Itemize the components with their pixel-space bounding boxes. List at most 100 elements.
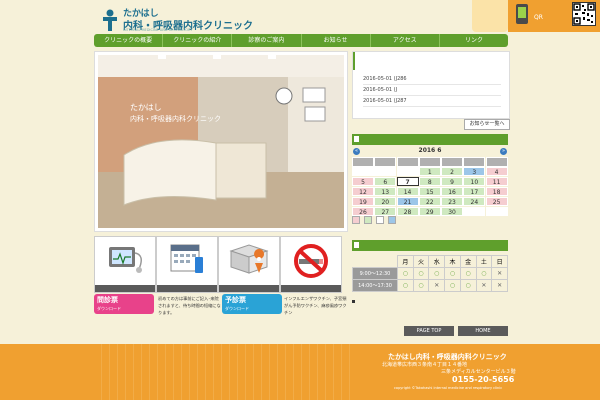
legend-holiday-swatch	[352, 216, 360, 224]
calendar-day-today: 7	[396, 177, 419, 186]
nav-consultation-guide[interactable]: 診察のご案内	[232, 34, 302, 47]
calendar-day: 6	[374, 177, 397, 186]
mobile-qr-panel: QR	[508, 0, 600, 32]
qr-tab	[472, 0, 508, 32]
home-button[interactable]: HOME	[458, 326, 508, 336]
footer-pattern	[94, 344, 354, 400]
calendar-day: 16	[441, 187, 464, 196]
bullet-marker	[352, 300, 355, 303]
schedule-mark: ○	[459, 267, 477, 280]
clinic-logo[interactable]: たかはし 内科・呼吸器内科クリニック INTERNAL MEDICINE AND…	[101, 6, 253, 34]
questionnaire-description: 初めての方は事前にご記入･来院されますと、待ち時間の短縮になります。	[158, 296, 221, 315]
schedule-mark: ✕	[428, 279, 446, 292]
day-header: 金	[459, 255, 477, 268]
calendar-day: 25	[485, 197, 508, 206]
calendar-day: 29	[418, 207, 441, 216]
logo-english: INTERNAL MEDICINE AND RESPIRATORY	[123, 28, 193, 32]
schedule-mark: ○	[459, 279, 477, 292]
medical-monitor-icon	[109, 247, 142, 273]
legend-closed-swatch	[376, 216, 384, 224]
prescreening-download-button[interactable]: 予診票 ダウンロード	[222, 294, 282, 314]
calendar-day: 9	[441, 177, 464, 186]
calendar-next-button[interactable]: »	[500, 148, 507, 155]
footer-phone: 0155-20-5656	[452, 375, 515, 384]
news-item[interactable]: 2016-05-01 (J	[363, 85, 501, 96]
calendar-day: 13	[374, 187, 397, 196]
map-link-box[interactable]	[218, 236, 280, 293]
schedule-mark: ○	[412, 267, 430, 280]
nav-clinic-overview[interactable]: クリニックの概要	[94, 34, 164, 47]
calendar-legend	[352, 216, 412, 224]
calendar-day: 17	[463, 187, 486, 196]
calendar-week: 12 13 14 15 16 17 18	[352, 187, 508, 197]
schedule-row-morning: 9:00〜12:30 ○ ○ ○ ○ ○ ○ ✕	[352, 267, 508, 280]
mobile-phone-icon	[516, 4, 528, 24]
schedule-header-bar	[352, 240, 508, 251]
calendar-day: 3	[463, 167, 486, 176]
main-navigation: クリニックの概要 クリニックの紹介 診察のご案内 お知らせ アクセス リンク	[94, 34, 508, 47]
no-smoking-icon	[294, 244, 328, 278]
calendar-day: 19	[352, 197, 374, 206]
news-list-button[interactable]: お知らせ一覧へ	[464, 119, 510, 130]
news-item[interactable]: 2016-05-01 (J286	[363, 74, 501, 85]
calendar-link-box[interactable]	[156, 236, 218, 293]
calendar-day: 27	[374, 207, 397, 216]
questionnaire-download-button[interactable]: 問診票 ダウンロード	[94, 294, 154, 314]
footer-address-line1: 北海道帯広市西３条南４丁目１４番地	[382, 362, 468, 368]
footer-copyright: copyright ©Takahashi internal medicine a…	[394, 386, 503, 390]
qr-label: QR	[534, 14, 543, 21]
calendar-day	[463, 207, 486, 216]
prescreening-download-label: ダウンロード	[225, 306, 249, 311]
clinic-reception-photo: たかはし 内科・呼吸器内科クリニック	[94, 51, 348, 232]
nav-clinic-intro[interactable]: クリニックの紹介	[163, 34, 233, 47]
calendar-day: 4	[485, 167, 508, 176]
questionnaire-title: 問診票	[97, 296, 118, 304]
nav-news[interactable]: お知らせ	[302, 34, 371, 47]
calendar-day: 26	[352, 207, 374, 216]
day-header: 木	[444, 255, 461, 268]
consultation-hours-table: 月 火 水 木 金 土 日 9:00〜12:30 ○ ○ ○ ○ ○ ○ ✕ 1…	[352, 255, 508, 292]
calendar-day	[396, 167, 419, 176]
nav-access[interactable]: アクセス	[371, 34, 440, 47]
map-pin-icon	[229, 244, 269, 274]
news-item[interactable]: 2016-05-01 (J287	[363, 96, 501, 107]
schedule-mark: ✕	[491, 279, 508, 292]
calendar-day: 5	[352, 177, 374, 186]
calendar-day: 11	[485, 177, 508, 186]
calendar-grid: 1 2 3 4 5 6 7 8 9 10 11 12 13 14 15 16 1…	[352, 157, 508, 217]
day-header: 月	[397, 255, 414, 268]
schedule-mark: ✕	[475, 279, 493, 292]
calendar-day: 23	[441, 197, 464, 206]
schedule-row-afternoon: 14:00〜17:30 ○ ○ ✕ ○ ○ ✕ ✕	[352, 279, 508, 292]
no-smoking-link-box[interactable]	[280, 236, 342, 293]
calendar-day: 30	[441, 207, 464, 216]
day-header: 土	[475, 255, 493, 268]
nav-links[interactable]: リンク	[440, 34, 508, 47]
day-header: 水	[428, 255, 446, 268]
calendar-day: 28	[396, 207, 419, 216]
schedule-mark: ✕	[491, 267, 508, 280]
equipment-link-box[interactable]	[94, 236, 156, 293]
prescreening-title: 予診票	[225, 296, 246, 304]
calendar-day: 14	[396, 187, 419, 196]
page-top-button[interactable]: PAGE TOP	[404, 326, 454, 336]
news-panel: 2016-05-01 (J286 2016-05-01 (J 2016-05-0…	[352, 51, 510, 119]
calendar-day: 1	[418, 167, 441, 176]
calendar-day	[352, 167, 374, 176]
schedule-mark: ○	[428, 267, 446, 280]
calendar-header-bar	[352, 134, 508, 145]
time-slot: 14:00〜17:30	[352, 279, 398, 292]
schedule-mark: ○	[397, 267, 414, 280]
schedule-mark: ○	[444, 279, 461, 292]
calendar-weekday-row	[352, 157, 508, 167]
calendar-icon	[170, 244, 203, 273]
footer: たかはし内科・呼吸器内科クリニック 北海道帯広市西３条南４丁目１４番地 三条メデ…	[0, 344, 600, 400]
calendar-day	[374, 167, 397, 176]
legend-open-swatch	[364, 216, 372, 224]
prescreening-description: インフルエンザワクチン、子宮頸がん予防ワクチン、麻疹風疹ワクチン	[284, 296, 347, 315]
clinic-logo-icon	[103, 9, 117, 31]
calendar-day: 20	[374, 197, 397, 206]
calendar-week: 1 2 3 4	[352, 167, 508, 177]
reception-sign-line1: たかはし	[130, 103, 162, 112]
calendar-month-title: 2016 6	[418, 147, 442, 154]
